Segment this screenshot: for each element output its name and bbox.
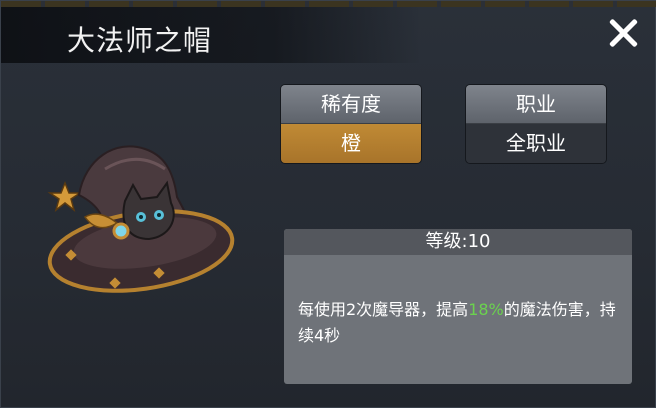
rarity-box: 稀有度 橙 <box>281 85 421 163</box>
job-value: 全职业 <box>466 124 606 163</box>
close-icon[interactable] <box>605 15 641 51</box>
job-label: 职业 <box>466 85 606 124</box>
rarity-value: 橙 <box>281 124 421 163</box>
description-percent: 18% <box>468 300 504 319</box>
description-part1: 每使用2次魔导器，提高 <box>298 300 469 319</box>
rarity-label: 稀有度 <box>281 85 421 124</box>
witch-hat-cat-icon <box>47 145 235 293</box>
item-detail-panel: 大法师之帽 稀有度 橙 职业 全职业 等级:10 每使用2次魔导器，提高18%的… <box>0 0 656 408</box>
job-box: 职业 全职业 <box>466 85 606 163</box>
level-label: 等级:10 <box>284 229 632 255</box>
level-box: 等级:10 每使用2次魔导器，提高18%的魔法伤害，持续4秒 <box>284 229 632 384</box>
skill-description: 每使用2次魔导器，提高18%的魔法伤害，持续4秒 <box>298 297 622 349</box>
item-title: 大法师之帽 <box>67 24 213 57</box>
title-bar: 大法师之帽 <box>1 7 421 63</box>
